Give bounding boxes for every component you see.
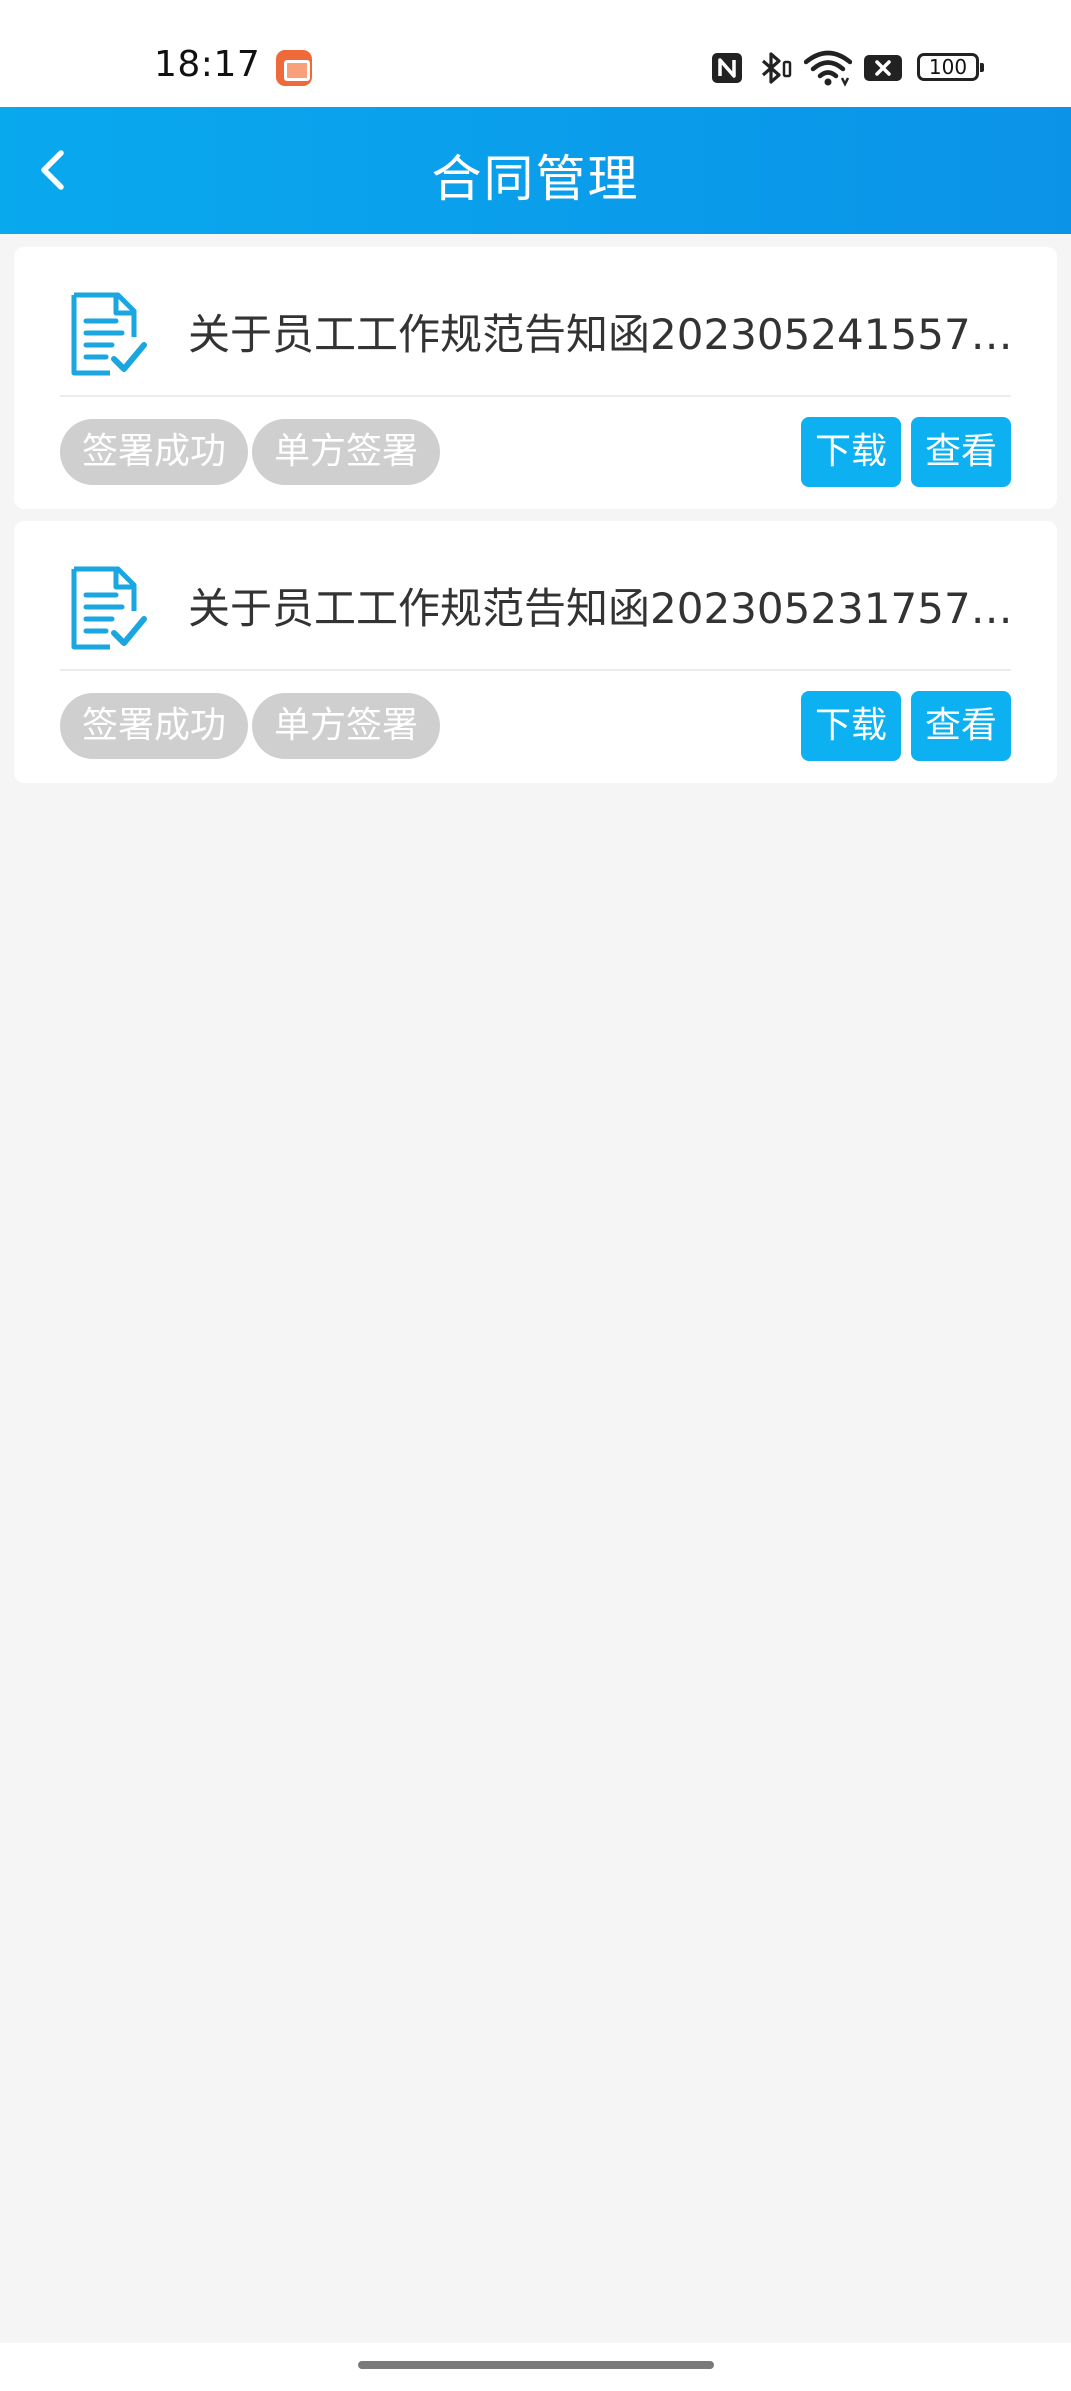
gesture-bar xyxy=(0,2343,1071,2391)
page-title: 合同管理 xyxy=(431,150,640,208)
contract-card[interactable]: 关于员工工作规范告知函20230524155702... 签署成功 单方签署 下… xyxy=(14,247,1057,509)
nfc-icon xyxy=(712,53,742,83)
app-notification-icon xyxy=(276,50,312,86)
status-time: 18:17 xyxy=(154,44,261,85)
contract-title[interactable]: 关于员工工作规范告知函20230523175702... xyxy=(188,575,1028,636)
divider xyxy=(60,395,1011,397)
sign-type-badge: 单方签署 xyxy=(252,693,441,759)
document-check-icon xyxy=(71,292,147,376)
status-badge: 签署成功 xyxy=(60,419,249,485)
wifi-icon xyxy=(804,50,852,87)
home-indicator[interactable] xyxy=(358,2361,714,2369)
app-header: 合同管理 xyxy=(0,107,1071,234)
bluetooth-icon xyxy=(761,52,792,84)
status-bar: 18:17 100 xyxy=(0,0,1071,107)
download-button[interactable]: 下载 xyxy=(801,417,901,487)
battery-icon: 100 xyxy=(917,53,984,81)
contract-title[interactable]: 关于员工工作规范告知函20230524155702... xyxy=(188,301,1028,362)
view-button[interactable]: 查看 xyxy=(911,691,1011,761)
view-button[interactable]: 查看 xyxy=(911,417,1011,487)
sim-off-icon xyxy=(864,55,902,81)
download-button[interactable]: 下载 xyxy=(801,691,901,761)
status-badge: 签署成功 xyxy=(60,693,249,759)
document-check-icon xyxy=(71,566,147,650)
divider xyxy=(60,669,1011,671)
sign-type-badge: 单方签署 xyxy=(252,419,441,485)
contract-card[interactable]: 关于员工工作规范告知函20230523175702... 签署成功 单方签署 下… xyxy=(14,521,1057,783)
